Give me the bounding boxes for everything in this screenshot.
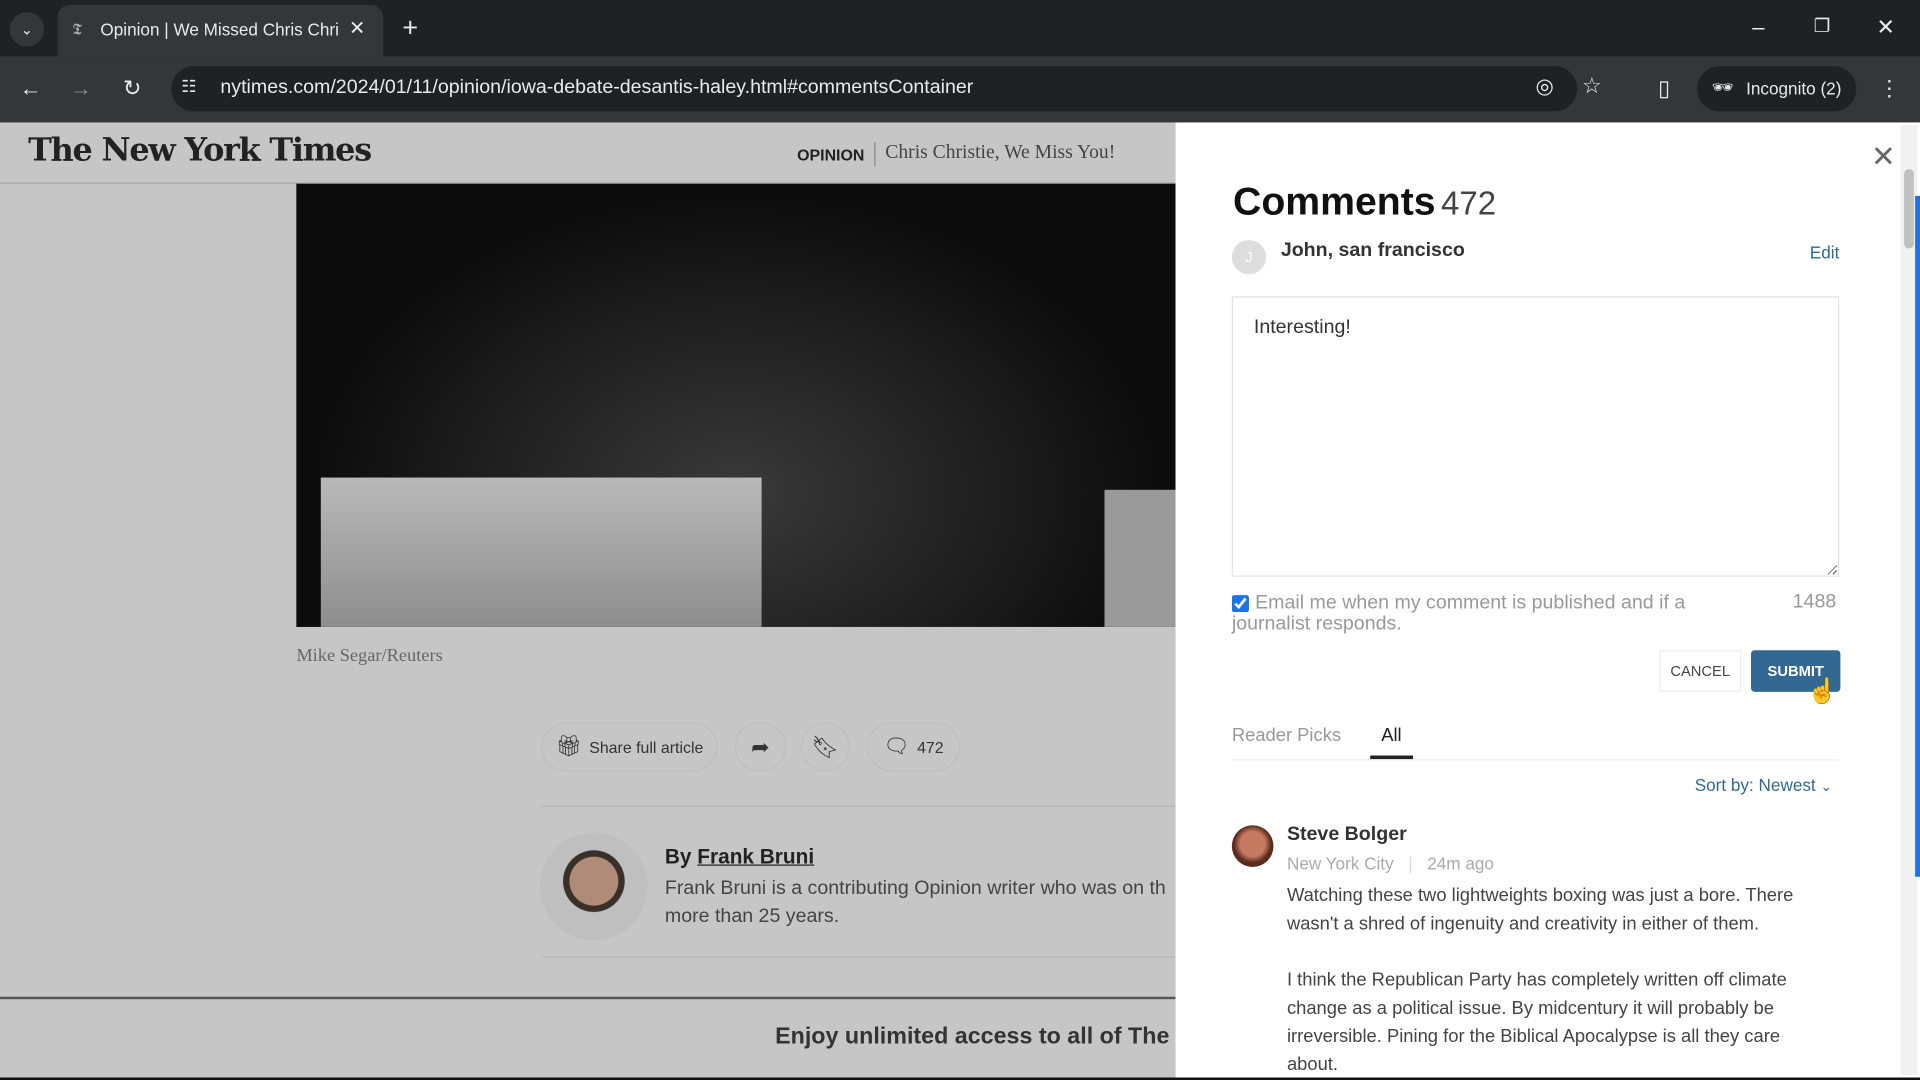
section-label[interactable]: OPINION — [797, 146, 864, 164]
new-tab-icon[interactable]: + — [396, 13, 425, 42]
comments-title: Comments — [1233, 178, 1436, 223]
share-full-article-button[interactable]: 🎁︎ Share full article — [541, 722, 718, 772]
comment-count: 472 — [917, 737, 944, 757]
scrollbar-thumb[interactable] — [1904, 168, 1914, 249]
cancel-button[interactable]: CANCEL — [1659, 650, 1742, 692]
gift-icon: 🎁︎ — [555, 734, 582, 758]
share-label: Share full article — [589, 737, 704, 757]
user-avatar: J — [1231, 240, 1267, 275]
user-name: John, san francisco — [1280, 240, 1465, 261]
character-counter: 1488 — [1792, 591, 1837, 613]
divider — [541, 805, 1176, 807]
author-link[interactable]: Frank Bruni — [697, 845, 814, 868]
browser-window: ⌄ 𝕿 Opinion | We Missed Chris Chri ✕ + –… — [0, 0, 1920, 1080]
article-page: The New York Times OPINION Chris Christi… — [0, 122, 1176, 1078]
author-bio-line: more than 25 years. — [664, 906, 840, 927]
comment-time: 24m ago — [1427, 853, 1494, 874]
podium — [320, 477, 762, 627]
header-headline: Chris Christie, We Miss You! — [885, 142, 1116, 163]
comment-textarea[interactable] — [1231, 296, 1840, 577]
close-tab-icon[interactable]: ✕ — [349, 16, 365, 40]
forward-icon[interactable]: → — [66, 73, 95, 102]
author-avatar[interactable] — [540, 832, 648, 941]
reload-icon[interactable]: ↻ — [118, 73, 147, 102]
minimize-icon[interactable]: – — [1744, 12, 1773, 41]
commenter-avatar[interactable] — [1231, 825, 1274, 867]
comments-count: 472 — [1440, 184, 1497, 222]
promo-divider — [0, 996, 1176, 1000]
tab-search-button[interactable]: ⌄ — [9, 12, 45, 47]
author-bio: Frank Bruni is a contributing Opinion wr… — [665, 874, 1166, 930]
comment-meta: New York City | 24m ago — [1287, 853, 1494, 873]
comment-icon: 🗨︎ — [883, 734, 910, 758]
bookmark-icon: 🔖︎ — [811, 734, 840, 759]
incognito-badge[interactable]: 🕶 Incognito (2) — [1697, 66, 1857, 112]
incognito-icon: 🕶 — [1711, 77, 1734, 97]
edit-profile-link[interactable]: Edit — [1810, 242, 1840, 262]
comments-heading: Comments 472 — [1233, 179, 1496, 224]
comment-paragraph: Watching these two lightweights boxing w… — [1286, 885, 1794, 935]
sort-dropdown[interactable]: Sort by: Newest ⌄ — [1695, 775, 1832, 795]
site-settings-icon[interactable]: ☷ — [181, 76, 196, 97]
share-button[interactable]: ➦ — [734, 722, 787, 772]
commenter-location: New York City — [1286, 853, 1394, 874]
commenter-name[interactable]: Steve Bolger — [1287, 824, 1407, 846]
save-button[interactable]: 🔖︎ — [800, 722, 850, 772]
article-photo — [296, 183, 1176, 627]
close-panel-icon[interactable]: ✕ — [1871, 140, 1896, 176]
nyt-logo[interactable]: The New York Times — [28, 132, 372, 169]
podium-right — [1104, 489, 1176, 627]
restore-icon[interactable]: ❐ — [1807, 12, 1836, 41]
byline-prefix: By — [664, 844, 692, 869]
comments-button[interactable]: 🗨︎ 472 — [866, 722, 961, 772]
divider — [541, 956, 1176, 958]
side-panel-icon[interactable]: ▯ — [1649, 73, 1678, 102]
close-window-icon[interactable]: ✕ — [1871, 12, 1900, 41]
photo-credit: Mike Segar/Reuters — [296, 646, 443, 667]
divider — [874, 142, 876, 167]
focus-indicator — [1915, 195, 1920, 877]
back-icon[interactable]: ← — [16, 73, 45, 102]
comments-panel: ✕ Comments 472 J John, san francisco Edi… — [1175, 122, 1920, 1078]
comment-paragraph: I think the Republican Party has complet… — [1286, 969, 1787, 1076]
incognito-label: Incognito (2) — [1746, 78, 1842, 98]
menu-icon[interactable]: ⋮ — [1875, 73, 1904, 102]
comment-body: Watching these two lightweights boxing w… — [1287, 882, 1816, 1078]
star-icon[interactable]: ☆ — [1582, 73, 1602, 99]
meta-separator: | — [1408, 853, 1413, 874]
tab-title: Opinion | We Missed Chris Chri — [100, 19, 339, 40]
email-opt-in-label[interactable]: Email me when my comment is published an… — [1232, 593, 1722, 635]
tab-all[interactable]: All — [1381, 725, 1401, 746]
address-bar[interactable]: ☷ nytimes.com/2024/01/11/opinion/iowa-de… — [171, 66, 1602, 112]
tab-bar: ⌄ 𝕿 Opinion | We Missed Chris Chri ✕ + –… — [0, 0, 1920, 57]
chevron-down-icon: ⌄ — [1820, 780, 1832, 795]
eye-off-icon[interactable]: ◎ — [1536, 75, 1554, 99]
browser-tab[interactable]: 𝕿 Opinion | We Missed Chris Chri ✕ — [57, 4, 384, 57]
cursor-hand-icon: ☝ — [1807, 678, 1838, 706]
url-text: nytimes.com/2024/01/11/opinion/iowa-deba… — [220, 77, 974, 98]
author-bio-line: Frank Bruni is a contributing Opinion wr… — [664, 877, 1166, 899]
subscription-promo[interactable]: Enjoy unlimited access to all of The T — [775, 1024, 1175, 1051]
tabs-divider — [1231, 759, 1840, 761]
sort-label: Sort by: Newest — [1694, 775, 1816, 795]
share-icon: ➦ — [751, 734, 770, 759]
nyt-favicon-icon: 𝕿 — [72, 19, 83, 38]
tab-reader-picks[interactable]: Reader Picks — [1232, 725, 1341, 746]
